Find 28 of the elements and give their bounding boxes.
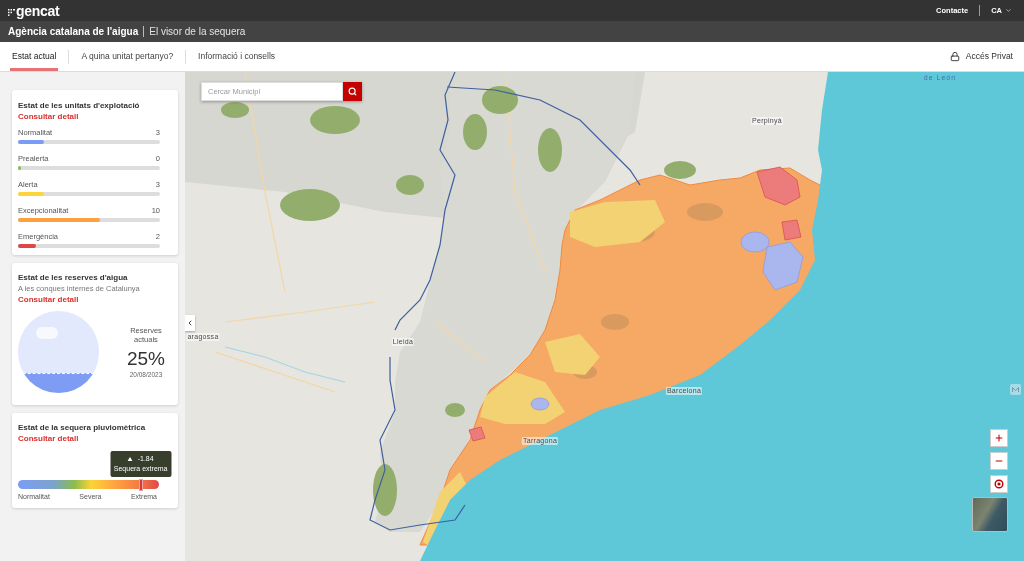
detail-link[interactable]: Consultar detall — [18, 111, 79, 122]
detail-link[interactable]: Consultar detall — [18, 433, 79, 444]
card-title: Estat de les unitats d'explotació — [18, 100, 141, 111]
plus-icon — [994, 433, 1004, 443]
lock-icon — [949, 51, 960, 62]
reserves-percentage: 25% — [127, 348, 165, 368]
zoom-out-button[interactable] — [990, 452, 1008, 470]
map-tile-icon[interactable] — [1010, 384, 1021, 395]
satellite-layer-thumbnail[interactable] — [972, 497, 1008, 532]
collapse-panel-button[interactable] — [185, 315, 195, 331]
nav-tab[interactable]: Informació i consells — [196, 42, 278, 71]
locate-button[interactable] — [990, 475, 1008, 493]
private-access-link[interactable]: Accés Privat — [965, 50, 1013, 63]
search-button[interactable] — [343, 82, 362, 101]
zoom-in-button[interactable] — [990, 429, 1008, 447]
triangle-up-icon — [127, 457, 133, 461]
agency-name: Agència catalana de l'aigua — [8, 25, 139, 39]
logo-dots-icon — [8, 8, 15, 16]
chevron-left-icon — [186, 319, 194, 327]
target-icon — [994, 479, 1004, 489]
card-title: Estat de la sequera pluviomètrica — [18, 422, 147, 433]
detail-link[interactable]: Consultar detall — [18, 294, 79, 305]
gencat-logo[interactable]: gencat — [16, 3, 60, 18]
chevron-down-icon — [1005, 7, 1012, 14]
search-icon — [348, 87, 357, 96]
app-name: El visor de la sequera — [149, 25, 246, 39]
nav-tab[interactable]: A quina unitat pertanyo? — [79, 42, 176, 71]
card-title: Estat de les reserves d'aigua — [18, 272, 129, 283]
